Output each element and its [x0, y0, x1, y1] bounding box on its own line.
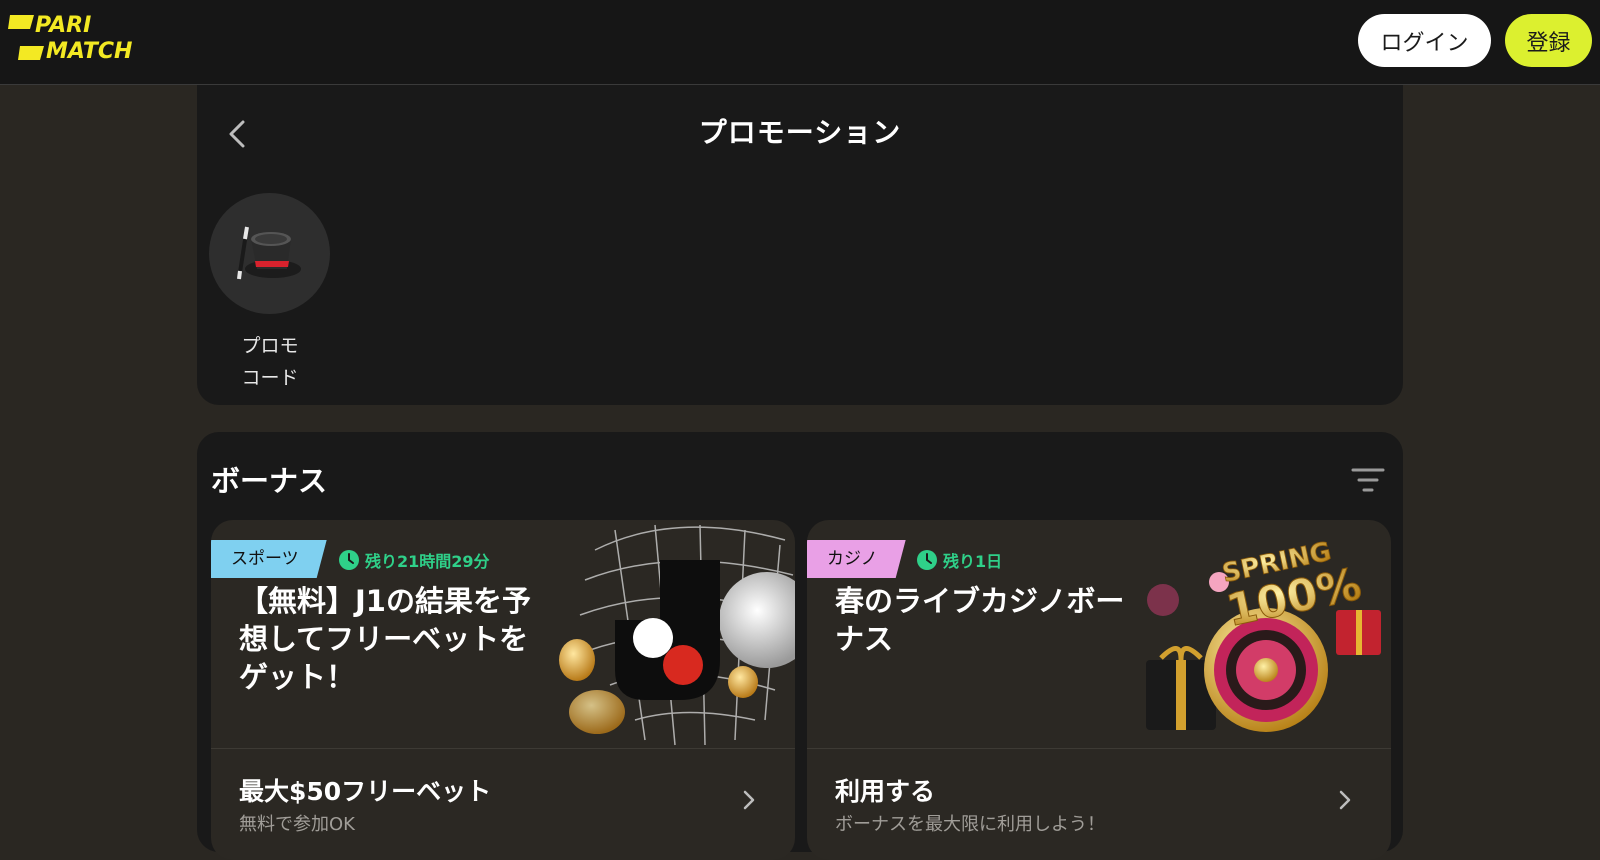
category-tag-casino: カジノ [807, 540, 906, 578]
spring-100-roulette-illustration: SPRING 100% [1146, 536, 1381, 732]
promo-code-tile[interactable]: プロモ コード [209, 193, 331, 394]
bonuses-panel: ボーナス スポーツ 残り21時間29分 【無料】J1の結果を予 想してフリーベッ… [197, 432, 1403, 860]
chevron-right-icon[interactable] [1337, 788, 1353, 812]
bonus-card-j1[interactable]: スポーツ 残り21時間29分 【無料】J1の結果を予 想してフリーベットを ゲッ… [211, 520, 795, 860]
svg-text:PARI: PARI [35, 13, 91, 38]
timer-text: 残り1日 [943, 552, 1003, 571]
bonus-offer-subtext: ボーナスを最大限に利用しよう！ [835, 814, 1105, 835]
clock-icon [339, 550, 359, 570]
title-line: ナス [835, 622, 894, 656]
card-divider [807, 748, 1391, 749]
bonus-card-title: 春のライブカジノボー ナス [835, 582, 1124, 658]
parimatch-logo[interactable]: PARI MATCH [8, 12, 158, 64]
card-divider [211, 748, 795, 749]
bonuses-title: ボーナス [211, 464, 328, 498]
j1-soccer-net-illustration [559, 524, 795, 746]
bonus-offer-label[interactable]: 最大$50フリーベット [239, 772, 491, 808]
promo-code-label: プロモ コード [241, 335, 299, 389]
timer-text: 残り21時間29分 [365, 552, 490, 571]
magic-hat-icon [236, 226, 301, 279]
bonus-card-title: 【無料】J1の結果を予 想してフリーベットを ゲット！ [239, 582, 531, 696]
login-button[interactable]: ログイン [1358, 14, 1491, 67]
title-line: ゲット！ [239, 660, 356, 694]
title-line: 【無料】J1の結果を予 [239, 584, 531, 618]
promotions-panel: プロモーション プロモ コード [197, 85, 1403, 405]
clock-icon [917, 550, 937, 570]
bonus-offer-subtext: 無料で参加OK [239, 814, 355, 835]
countdown-timer: 残り21時間29分 [339, 548, 490, 572]
category-tag-sports: スポーツ [211, 540, 327, 578]
bonus-card-live-casino[interactable]: SPRING 100% カジノ 残り1日 春のライブカジノボー ナス 利用する … [807, 520, 1391, 860]
countdown-timer: 残り1日 [917, 548, 1002, 572]
promo-code-circle[interactable] [209, 193, 330, 314]
top-header: PARI MATCH ログイン 登録 [0, 0, 1600, 85]
chevron-right-icon[interactable] [741, 788, 757, 812]
page-title: プロモーション [698, 116, 902, 149]
register-button[interactable]: 登録 [1505, 14, 1592, 67]
title-line: 想してフリーベットを [239, 622, 529, 656]
title-line: 春のライブカジノボー [835, 584, 1125, 618]
bonus-offer-label[interactable]: 利用する [835, 772, 935, 808]
filter-icon[interactable] [1351, 466, 1385, 494]
svg-text:MATCH: MATCH [46, 39, 132, 62]
